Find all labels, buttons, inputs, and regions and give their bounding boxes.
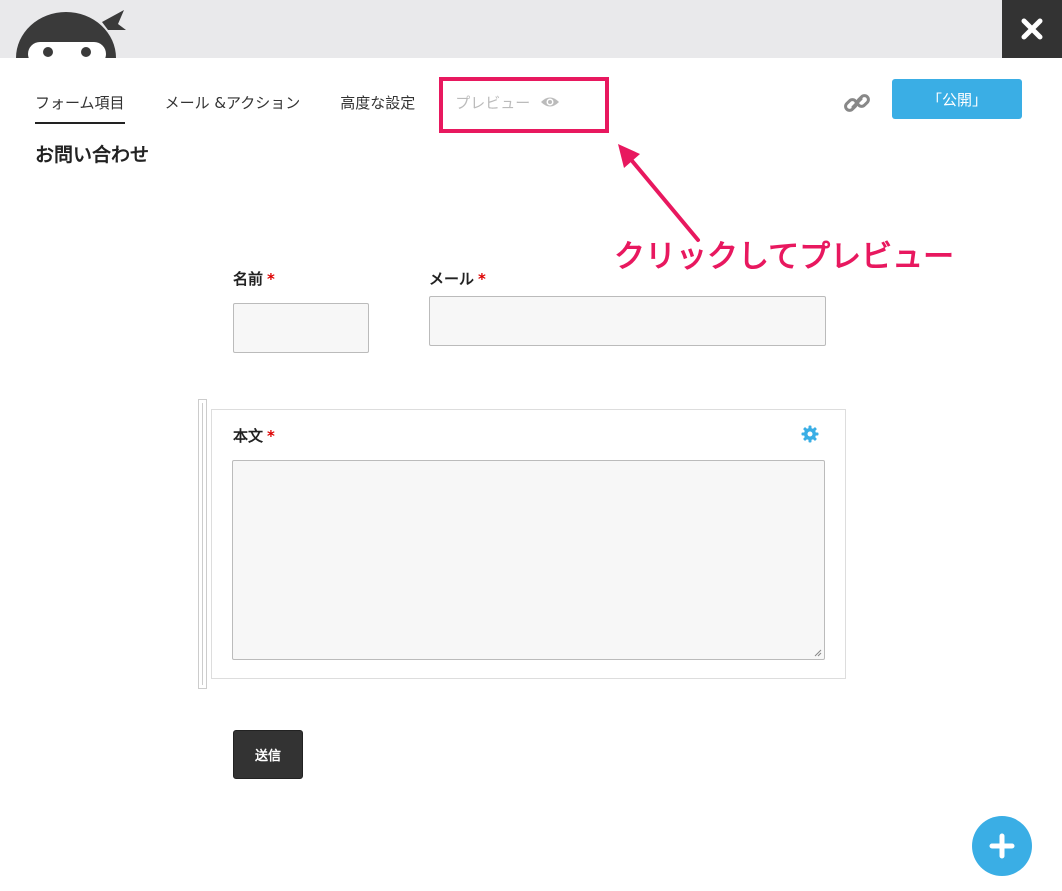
body-field-label: 本文 *	[233, 425, 275, 446]
tab-label: メール &アクション	[164, 94, 301, 112]
drag-handle[interactable]	[198, 399, 207, 689]
email-field-label: メール *	[429, 268, 486, 289]
required-mark: *	[267, 270, 275, 288]
plus-icon	[989, 833, 1015, 859]
ninja-logo-icon	[14, 6, 130, 58]
preview-highlight-box	[439, 77, 609, 133]
add-field-button[interactable]	[972, 816, 1032, 876]
publish-label: 「公開」	[926, 90, 987, 109]
annotation-text: クリックしてプレビュー	[614, 239, 955, 275]
tab-label: フォーム項目	[35, 94, 125, 112]
link-button[interactable]	[842, 88, 872, 118]
body-textarea[interactable]	[232, 460, 825, 660]
email-label-text: メール	[429, 270, 475, 288]
submit-label: 送信	[254, 749, 281, 764]
top-bar	[0, 0, 1062, 58]
body-label-text: 本文	[233, 427, 264, 445]
tab-email-actions[interactable]: メール &アクション	[165, 92, 301, 122]
name-field-label: 名前 *	[233, 268, 275, 289]
publish-button[interactable]: 「公開」	[892, 79, 1022, 119]
field-settings-button[interactable]	[801, 425, 819, 443]
close-button[interactable]	[1002, 0, 1062, 58]
link-icon	[844, 94, 870, 112]
submit-button[interactable]: 送信	[233, 730, 303, 779]
form-title: お問い合わせ	[35, 144, 150, 166]
required-mark: *	[478, 270, 486, 288]
name-label-text: 名前	[233, 270, 264, 288]
tab-label: 高度な設定	[340, 94, 416, 112]
name-input[interactable]	[233, 303, 369, 353]
close-icon	[1021, 18, 1043, 40]
gear-icon	[801, 425, 819, 443]
tab-form-fields[interactable]: フォーム項目	[35, 92, 125, 124]
tab-advanced-settings[interactable]: 高度な設定	[340, 92, 415, 122]
email-input[interactable]	[429, 296, 826, 346]
resize-grip-icon[interactable]	[814, 649, 822, 657]
required-mark: *	[267, 427, 275, 445]
